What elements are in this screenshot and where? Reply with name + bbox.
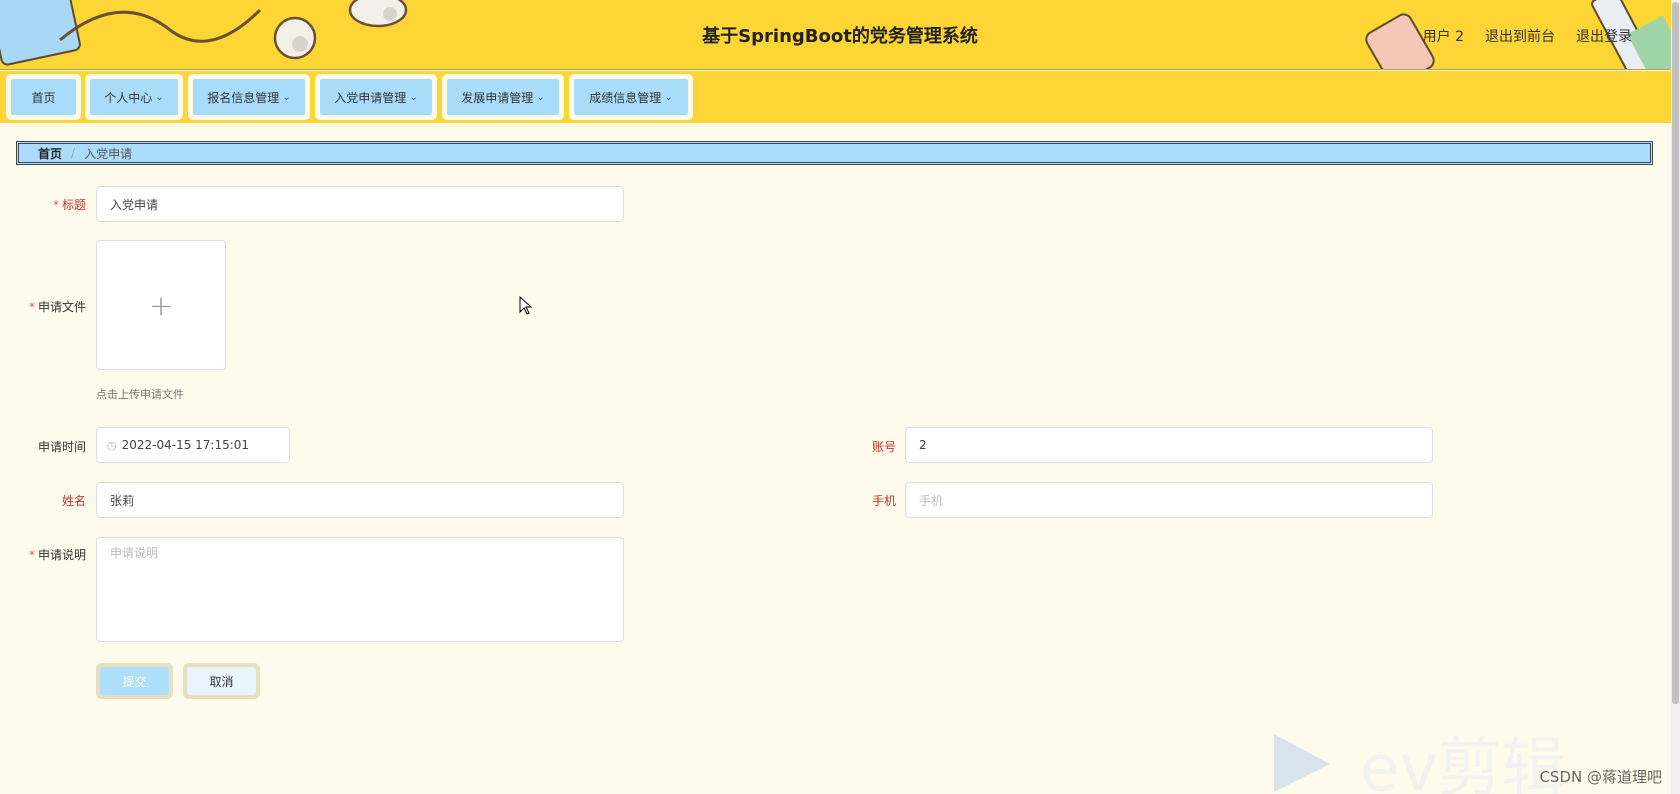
cancel-button-label: 取消 (187, 667, 256, 695)
nav-label-party-application-management: 入党申请管理 (334, 90, 407, 105)
nav-item-score-management[interactable]: 成绩信息管理 ⌄ (569, 74, 693, 120)
nav-item-registration-management[interactable]: 报名信息管理 ⌄ (188, 74, 310, 120)
chevron-down-icon: ⌄ (282, 91, 291, 103)
scrollbar-thumb[interactable] (1672, 2, 1679, 704)
upload-hint: 点击上传申请文件 (96, 388, 184, 401)
submit-button[interactable]: 提交 (96, 663, 173, 699)
chevron-down-icon: ⌄ (536, 91, 545, 103)
submit-button-label: 提交 (100, 667, 169, 695)
title-label: * 标题 (52, 198, 86, 212)
nav-item-party-application-management[interactable]: 入党申请管理 ⌄ (315, 74, 437, 120)
top-header: 基于SpringBoot的党务管理系统 用户 2 退出到前台 退出登录 (0, 0, 1680, 70)
mouse-cursor-icon (519, 296, 533, 315)
phone-label: 手机 (871, 494, 896, 508)
nav-item-development-application-management[interactable]: 发展申请管理 ⌄ (442, 74, 564, 120)
breadcrumb-separator: / (71, 146, 76, 160)
title-input[interactable]: 入党申请 (96, 186, 624, 222)
csdn-watermark: CSDN @蒋道理吧 (1539, 768, 1662, 786)
phone-input[interactable]: 手机 (905, 482, 1433, 518)
plus-icon: + (149, 288, 173, 322)
account-label: 账号 (871, 440, 896, 454)
nav-label-personal-center: 个人中心 (104, 90, 153, 105)
breadcrumb-home[interactable]: 首页 (38, 145, 62, 162)
account-input[interactable]: 2 (905, 427, 1433, 463)
nav-label-home: 首页 (31, 90, 56, 105)
chevron-down-icon: ⌄ (664, 91, 673, 103)
required-mark: * (28, 300, 35, 314)
header-links: 用户 2 退出到前台 退出登录 (1423, 26, 1632, 46)
file-label: * 申请文件 (28, 300, 86, 314)
breadcrumb: 首页 / 入党申请 (16, 141, 1653, 165)
svg-text:ev剪辑: ev剪辑 (1360, 732, 1565, 794)
chevron-down-icon: ⌄ (155, 91, 164, 103)
nav-label-development-application-management: 发展申请管理 (461, 90, 534, 105)
nav-item-home[interactable]: 首页 (6, 74, 81, 120)
nav-label-score-management: 成绩信息管理 (589, 90, 662, 105)
name-input[interactable]: 张莉 (96, 482, 624, 518)
time-label: 申请时间 (37, 440, 86, 454)
clock-icon: ◷ (107, 438, 117, 452)
name-label: 姓名 (61, 494, 86, 508)
main-nav: 首页 个人中心 ⌄ 报名信息管理 ⌄ 入党申请管理 ⌄ 发展申请管理 ⌄ 成绩信息管理 ⌄ (0, 71, 1680, 123)
breadcrumb-current: 入党申请 (84, 146, 133, 161)
logout-link[interactable]: 退出登录 (1576, 26, 1632, 46)
time-picker[interactable]: ◷ 2022-04-15 17:15:01 (96, 427, 290, 463)
description-label: * 申请说明 (28, 548, 86, 562)
chevron-down-icon: ⌄ (409, 91, 418, 103)
current-user-label: 用户 2 (1422, 29, 1464, 45)
file-upload-box[interactable]: + (96, 240, 226, 370)
cancel-button[interactable]: 取消 (183, 663, 260, 699)
required-mark: * (28, 548, 35, 562)
description-textarea[interactable]: 申请说明 (96, 537, 624, 642)
time-value: 2022-04-15 17:15:01 (121, 438, 250, 452)
nav-label-registration-management: 报名信息管理 (207, 90, 280, 105)
nav-item-personal-center[interactable]: 个人中心 ⌄ (85, 74, 183, 120)
required-mark: * (52, 198, 59, 212)
back-to-front-link[interactable]: 退出到前台 (1485, 26, 1555, 46)
page-scrollbar[interactable] (1671, 0, 1680, 794)
